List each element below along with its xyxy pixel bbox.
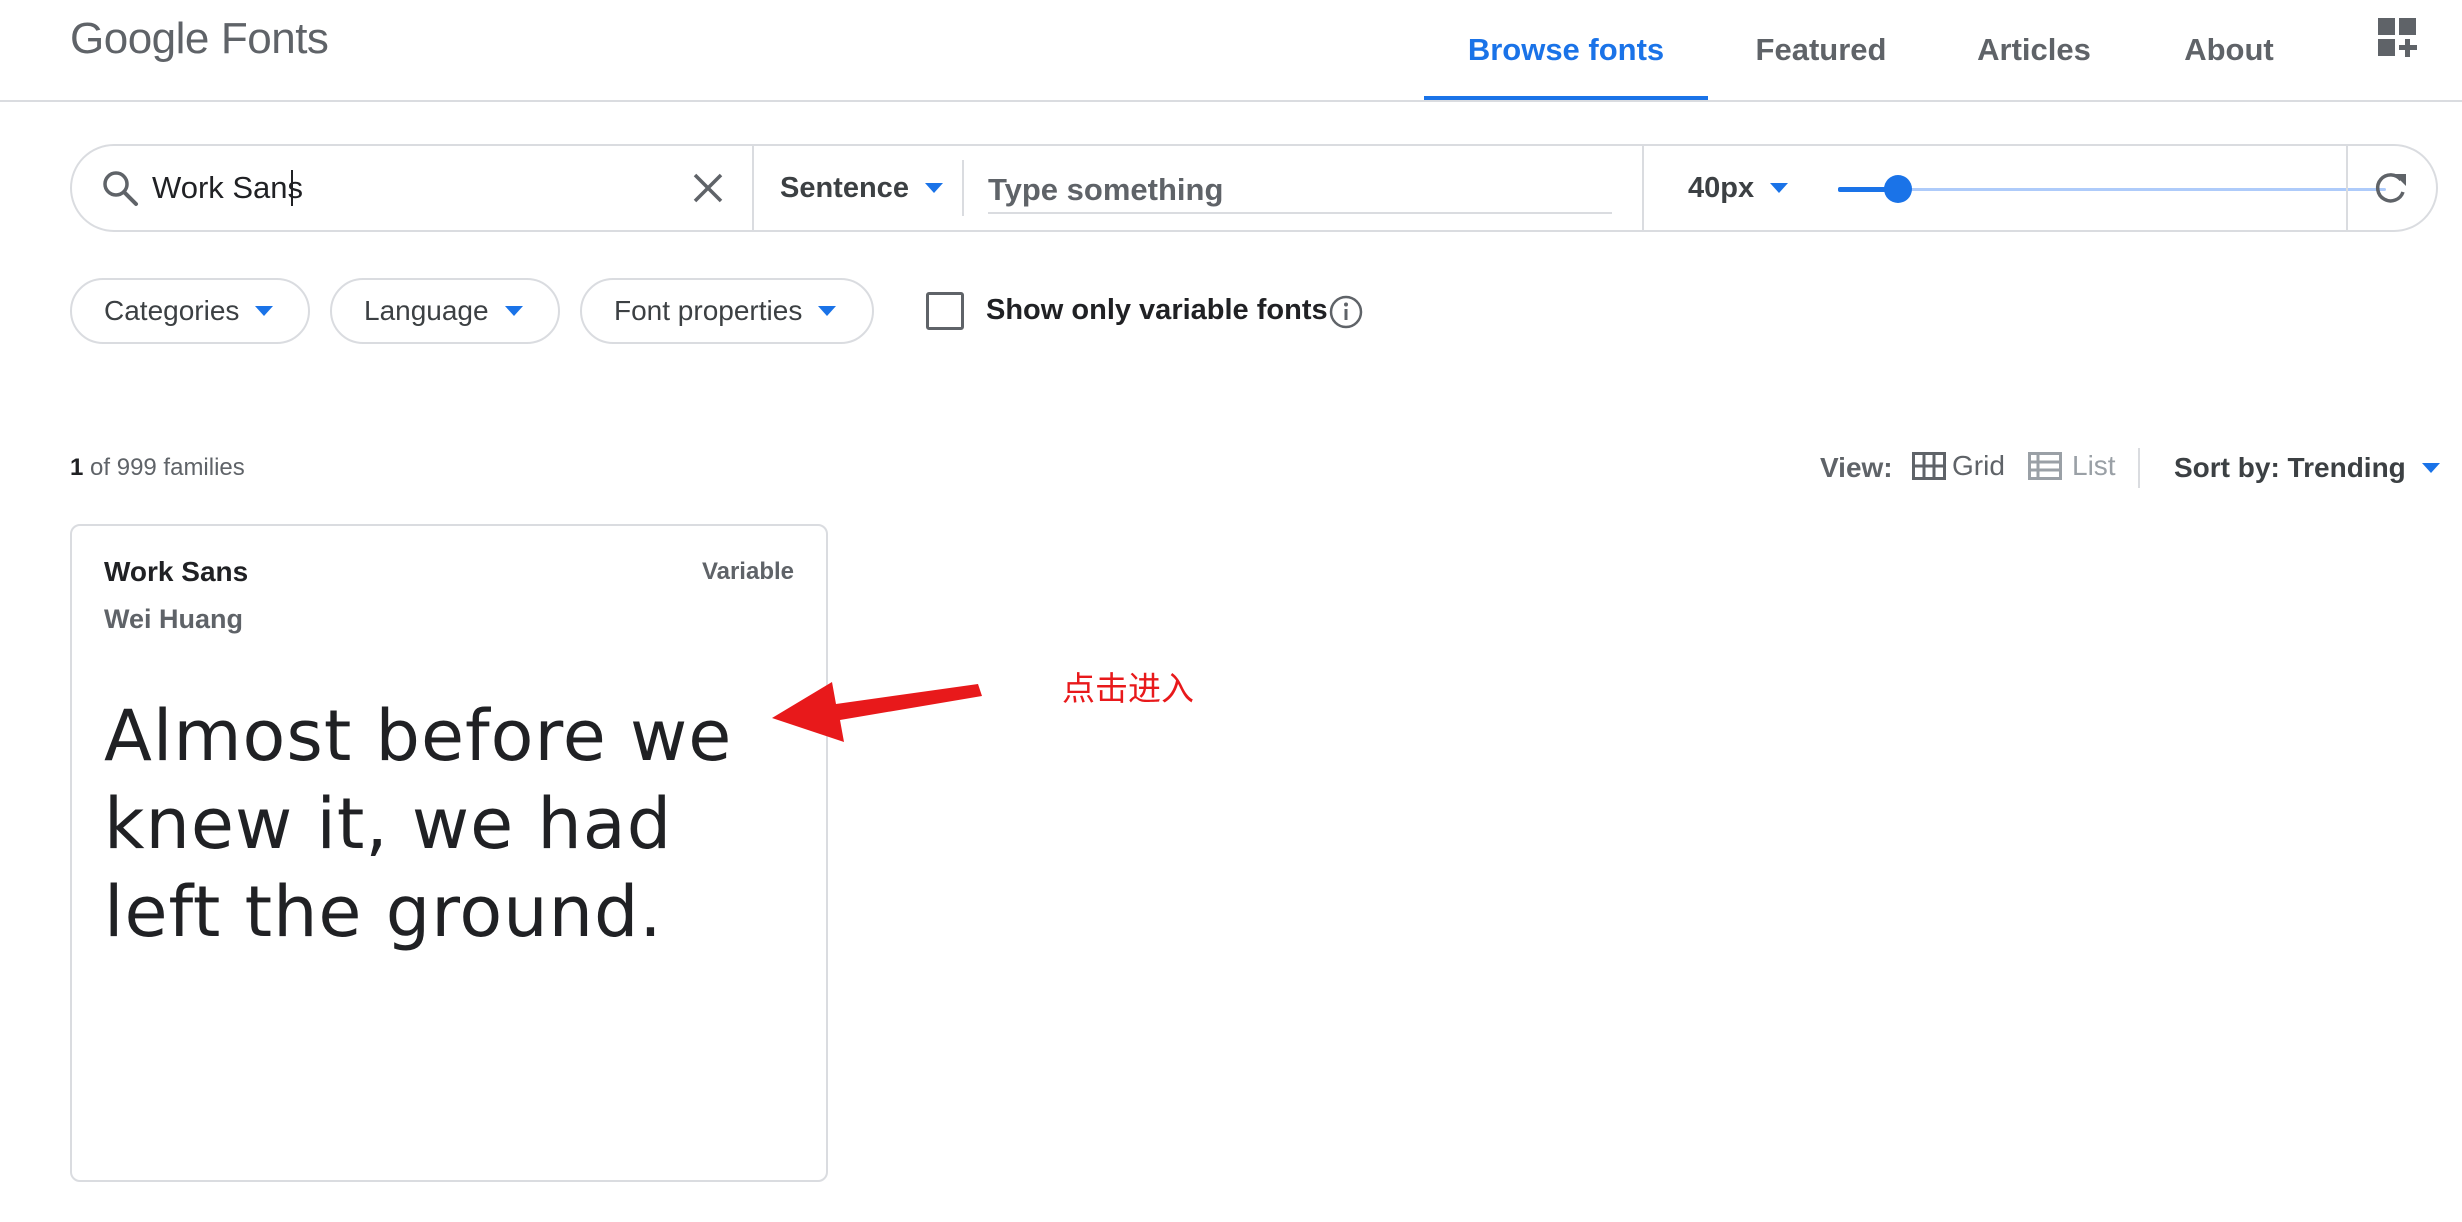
- preview-text-input[interactable]: [988, 168, 1612, 214]
- view-divider: [2138, 448, 2140, 488]
- logo-google-word: Google: [70, 14, 209, 63]
- nav-articles[interactable]: Articles: [1946, 0, 2122, 100]
- font-card-author: Wei Huang: [104, 604, 244, 634]
- view-grid-label: Grid: [1952, 450, 2005, 481]
- font-card-name: Work Sans: [104, 556, 249, 587]
- font-size-label: 40px: [1688, 171, 1755, 204]
- list-icon: [2028, 452, 2062, 480]
- language-label: Language: [364, 295, 489, 326]
- close-icon[interactable]: [690, 170, 726, 206]
- grid-icon: [1912, 452, 1946, 480]
- font-size-dropdown[interactable]: 40px: [1688, 170, 1789, 206]
- view-grid-option[interactable]: Grid: [1912, 450, 2005, 482]
- refresh-icon[interactable]: [2370, 168, 2410, 208]
- nav-about[interactable]: About: [2160, 0, 2298, 100]
- chevron-down-icon: [255, 306, 274, 316]
- annotation-text: 点击进入: [1062, 669, 1194, 708]
- chevron-down-icon: [818, 306, 837, 316]
- red-arrow-annotation: [772, 682, 982, 742]
- font-properties-filter[interactable]: Font properties: [580, 278, 874, 344]
- font-card-sample-text: Almost before we knew it, we had left th…: [104, 695, 733, 953]
- sort-label: Sort by: Trending: [2174, 452, 2406, 483]
- google-fonts-logo[interactable]: Google Fonts: [70, 14, 329, 64]
- view-list-option[interactable]: List: [2028, 450, 2116, 482]
- chevron-down-icon: [1770, 183, 1789, 193]
- nav-featured[interactable]: Featured: [1728, 0, 1914, 100]
- chevron-down-icon: [2421, 463, 2440, 473]
- logo-fonts-word: Fonts: [220, 14, 329, 63]
- results-count-number: 1: [70, 454, 84, 481]
- text-caret: [291, 170, 293, 206]
- sort-dropdown[interactable]: Sort by: Trending: [2174, 452, 2440, 484]
- toolbar-divider: [752, 146, 754, 230]
- font-card-work-sans[interactable]: Work Sans Variable Wei Huang Almost befo…: [70, 524, 828, 1182]
- chevron-down-icon: [504, 306, 523, 316]
- view-list-label: List: [2072, 450, 2116, 481]
- variable-badge: Variable: [701, 558, 794, 585]
- info-icon[interactable]: [1328, 294, 1364, 330]
- search-toolbar: Sentence 40px: [70, 144, 2438, 232]
- language-filter[interactable]: Language: [330, 278, 560, 344]
- categories-label: Categories: [104, 295, 240, 326]
- results-count-suffix: of 999 families: [90, 454, 245, 481]
- toolbar-divider: [1642, 146, 1644, 230]
- nav-browse-fonts[interactable]: Browse fonts: [1424, 0, 1708, 100]
- results-count: 1 of 999 families: [70, 454, 245, 482]
- variable-fonts-checkbox[interactable]: [926, 292, 964, 330]
- slider-thumb[interactable]: [1884, 175, 1913, 203]
- active-tab-indicator: [1424, 96, 1708, 100]
- variable-fonts-label[interactable]: Show only variable fonts: [986, 294, 1328, 327]
- categories-filter[interactable]: Categories: [70, 278, 310, 344]
- apps-add-icon[interactable]: [2378, 18, 2418, 58]
- toolbar-divider: [962, 160, 964, 216]
- font-size-slider[interactable]: [1838, 175, 2386, 203]
- search-icon: [103, 171, 138, 206]
- view-label: View:: [1820, 452, 1893, 483]
- preview-mode-dropdown[interactable]: Sentence: [780, 170, 943, 206]
- chevron-down-icon: [924, 183, 943, 193]
- font-search-input[interactable]: [152, 166, 692, 210]
- preview-mode-label: Sentence: [780, 171, 909, 204]
- top-header: Google Fonts Browse fonts Featured Artic…: [0, 0, 2462, 102]
- font-properties-label: Font properties: [614, 295, 803, 326]
- toolbar-divider: [2346, 146, 2348, 230]
